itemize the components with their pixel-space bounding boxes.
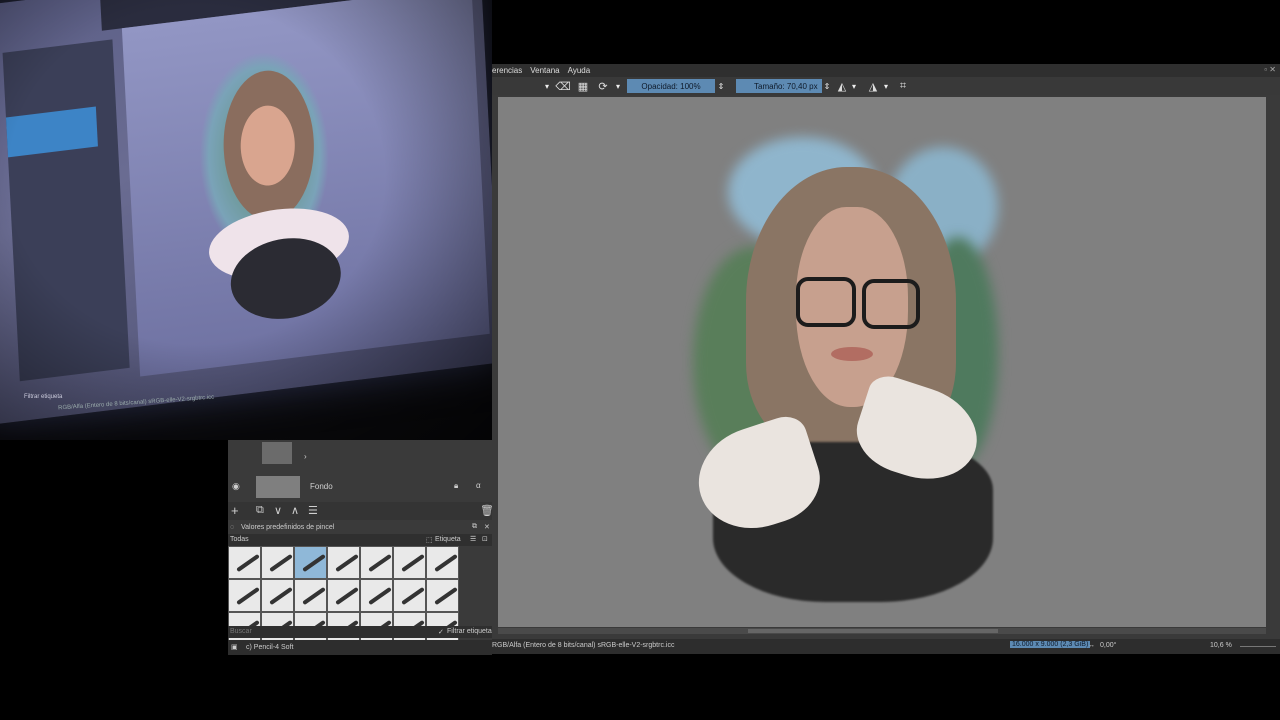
photo-vignette	[0, 0, 492, 440]
brush-preset-tile[interactable]	[393, 546, 426, 579]
zoom-level[interactable]: 10,6 %	[1210, 642, 1232, 649]
portrait-glasses-left	[796, 277, 856, 327]
duplicate-layer-icon[interactable]: ⧉	[256, 504, 264, 517]
menu-preferences[interactable]: erencias	[492, 66, 522, 75]
brush-preset-tile[interactable]	[393, 579, 426, 612]
eraser-icon[interactable]: ⌫	[555, 79, 571, 93]
filter-tag-checkbox[interactable]: ✓	[438, 628, 444, 636]
color-profile-text: RGB/Alfa (Entero de 8 bits/canal) sRGB-e…	[492, 642, 675, 649]
mirror-h-icon[interactable]: ◭	[835, 79, 849, 93]
chevron-down-icon[interactable]: ▾	[850, 79, 858, 93]
lock-icon[interactable]: 🔒︎	[454, 481, 458, 491]
brush-filter-bar: Todas ⬚ Etiqueta ☰ ⊡	[228, 534, 492, 546]
chevron-down-icon[interactable]: ▾	[882, 79, 890, 93]
brush-preset-grid	[228, 546, 492, 645]
tag-icon: ⬚	[426, 537, 433, 544]
chevron-right-icon[interactable]: ›	[304, 452, 307, 461]
opacity-spin[interactable]: ⇕	[716, 79, 726, 93]
current-brush-bar: ▣ c) Pencil-4 Soft	[228, 640, 492, 655]
float-icon[interactable]: ⧉	[472, 523, 477, 531]
brush-icon: ▣	[231, 644, 238, 651]
rotation-value: 0,00°	[1100, 642, 1117, 649]
layer-thumbnail	[256, 476, 300, 498]
chevron-down-icon[interactable]: ▾	[542, 79, 552, 93]
layer-name[interactable]: Fondo	[310, 482, 333, 491]
size-spin[interactable]: ⇕	[822, 79, 832, 93]
docker-panel: › ◉ Fondo 🔒︎ α + ⧉ ∨ ∧ ☰ 🗑︎ ◌ Valores pr…	[228, 440, 494, 655]
rotation-icon: ↔	[1088, 642, 1095, 649]
layer-row-background[interactable]: ◉ Fondo 🔒︎ α	[228, 474, 492, 500]
menubar: erencias Ventana Ayuda	[492, 64, 1280, 77]
brush-preset-tile[interactable]	[261, 579, 294, 612]
brush-preset-tile[interactable]	[228, 579, 261, 612]
monitor-photo: Filtrar etiqueta RGB/Alfa (Entero de 8 b…	[0, 0, 492, 440]
portrait-lips	[831, 347, 873, 361]
image-dimensions[interactable]: 16.000 x 9.000 (2,3 GiB)	[1010, 641, 1091, 648]
chevron-down-icon[interactable]: ▾	[614, 79, 622, 93]
layer-properties-icon[interactable]: ☰	[308, 504, 318, 517]
tool-options-bar: ▾ ⌫ ▦ ⟳ ▾ Opacidad: 100% ⇕ Tamaño: 70,40…	[492, 77, 1280, 95]
brush-presets-header: ◌ Valores predefinidos de pincel ⧉ ✕	[228, 522, 492, 534]
list-view-icon[interactable]: ☰	[470, 535, 476, 543]
layer-thumbnail[interactable]	[262, 442, 292, 464]
menu-help[interactable]: Ayuda	[568, 66, 591, 75]
tag-button[interactable]: Etiqueta	[435, 536, 461, 543]
horizontal-scrollbar[interactable]	[498, 628, 1266, 634]
eye-icon[interactable]: ◉	[232, 481, 240, 492]
window-controls[interactable]: ▫ ✕	[1264, 65, 1276, 74]
app-window: erencias Ventana Ayuda ▫ ✕ ▾ ⌫ ▦ ⟳ ▾ Opa…	[492, 64, 1280, 654]
delete-layer-icon[interactable]: 🗑︎	[480, 504, 494, 517]
current-brush-preset[interactable]: c) Pencil-4 Soft	[246, 644, 293, 651]
opacity-slider[interactable]: Opacidad: 100%	[627, 79, 715, 93]
portrait-glasses-right	[862, 279, 920, 329]
checker-icon[interactable]: ▦	[576, 79, 590, 93]
brush-preset-tile[interactable]	[426, 579, 459, 612]
size-slider[interactable]: Tamaño: 70,40 px	[736, 79, 822, 93]
move-down-icon[interactable]: ∨	[274, 504, 282, 517]
import-icon[interactable]: ⊡	[482, 535, 488, 543]
scrollbar-thumb[interactable]	[748, 629, 998, 633]
brush-preset-tile[interactable]	[294, 579, 327, 612]
close-icon[interactable]: ✕	[484, 523, 490, 531]
brush-preset-tile[interactable]	[294, 546, 327, 579]
crop-icon[interactable]: ⌗	[896, 79, 910, 93]
canvas[interactable]	[498, 97, 1266, 627]
brush-preset-tile[interactable]	[327, 579, 360, 612]
move-up-icon[interactable]: ∧	[291, 504, 299, 517]
zoom-slider[interactable]	[1240, 646, 1276, 647]
brush-preset-tile[interactable]	[327, 546, 360, 579]
brush-preset-tile[interactable]	[360, 579, 393, 612]
photo-filter-text: Filtrar etiqueta	[24, 394, 63, 400]
brush-search-input[interactable]: Buscar	[230, 628, 252, 635]
add-layer-icon[interactable]: +	[231, 503, 239, 518]
statusbar: RGB/Alfa (Entero de 8 bits/canal) sRGB-e…	[492, 639, 1280, 654]
brush-preset-tile[interactable]	[426, 546, 459, 579]
brush-preset-tile[interactable]	[360, 546, 393, 579]
tag-filter-select[interactable]: Todas	[230, 536, 249, 543]
brush-search-bar: Buscar ✓ Filtrar etiqueta	[228, 626, 492, 638]
alpha-icon[interactable]: α	[476, 481, 481, 490]
brush-presets-icon: ◌	[230, 524, 235, 531]
vertical-scrollbar[interactable]	[1268, 97, 1276, 627]
filter-tag-label: Filtrar etiqueta	[447, 628, 492, 635]
rotate-icon[interactable]: ⟳	[596, 79, 610, 93]
brush-presets-title: Valores predefinidos de pincel	[241, 524, 335, 531]
brush-preset-tile[interactable]	[228, 546, 261, 579]
layer-toolbar: + ⧉ ∨ ∧ ☰ 🗑︎	[228, 502, 494, 520]
mirror-v-icon[interactable]: ◮	[866, 79, 880, 93]
brush-preset-tile[interactable]	[261, 546, 294, 579]
menu-window[interactable]: Ventana	[530, 66, 559, 75]
